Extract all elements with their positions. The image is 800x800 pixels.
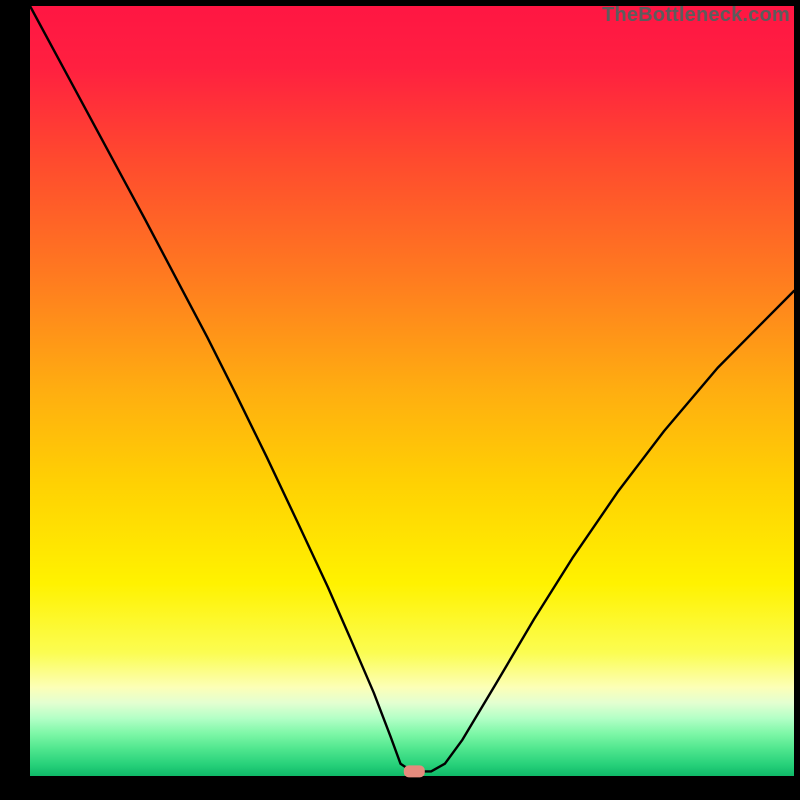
bottleneck-plot — [0, 0, 800, 800]
optimum-marker — [404, 765, 425, 777]
watermark-text: TheBottleneck.com — [602, 4, 790, 27]
chart-stage: TheBottleneck.com — [0, 0, 800, 800]
plot-background — [30, 6, 794, 776]
